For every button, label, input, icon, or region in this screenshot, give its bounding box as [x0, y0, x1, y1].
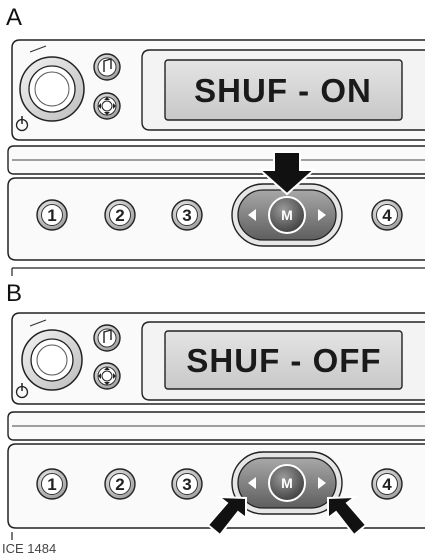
panel-b: SHUF - OFF 1 2 3 4 M	[7, 312, 425, 540]
preset-3-label: 3	[182, 206, 191, 225]
mode-button[interactable]: M	[268, 464, 306, 502]
preset-button-2[interactable]: 2	[104, 199, 136, 231]
figure-caption: ICE 1484	[2, 541, 57, 556]
preset-2-label: 2	[115, 206, 124, 225]
preset-2-label: 2	[115, 475, 124, 494]
preset-button-2[interactable]: 2	[104, 468, 136, 500]
preset-button-4[interactable]: 4	[371, 468, 403, 500]
radio-diagram: SHUF - ON 1 2 3 4 M SHUF - OFF 1 2 3 4 M	[7, 39, 425, 540]
preset-1-label: 1	[47, 206, 56, 225]
preset-button-3[interactable]: 3	[171, 199, 203, 231]
audio-button[interactable]	[93, 53, 121, 81]
preset-button-3[interactable]: 3	[171, 468, 203, 500]
mode-button[interactable]: M	[268, 196, 306, 234]
mode-button-label: M	[281, 475, 293, 491]
preset-1-label: 1	[47, 475, 56, 494]
panel-a: SHUF - ON 1 2 3 4 M	[7, 39, 425, 276]
mode-button-label: M	[281, 207, 293, 223]
preset-3-label: 3	[182, 475, 191, 494]
lcd-text: SHUF - ON	[194, 72, 372, 109]
preset-button-1[interactable]: 1	[36, 199, 68, 231]
preset-4-label: 4	[382, 475, 392, 494]
cd-button[interactable]	[93, 92, 121, 120]
volume-knob[interactable]	[19, 56, 85, 122]
preset-4-label: 4	[382, 206, 392, 225]
preset-button-1[interactable]: 1	[36, 468, 68, 500]
volume-knob[interactable]	[21, 329, 83, 391]
preset-button-4[interactable]: 4	[371, 199, 403, 231]
lcd-text: SHUF - OFF	[186, 342, 381, 379]
audio-button[interactable]	[93, 324, 121, 352]
cd-button[interactable]	[93, 362, 121, 390]
